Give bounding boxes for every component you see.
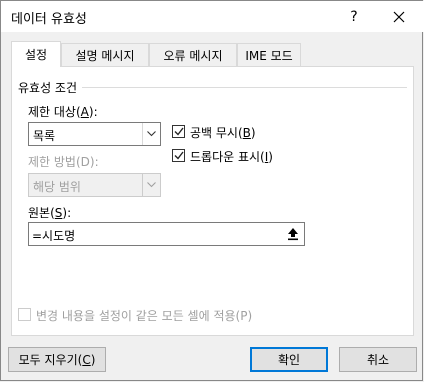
close-icon	[393, 11, 405, 22]
tab-settings[interactable]: 설정	[11, 41, 61, 67]
apply-to-all-checkbox	[18, 308, 31, 321]
allow-select-value: 목록	[33, 129, 56, 143]
help-icon: ?	[350, 8, 358, 25]
in-cell-dropdown-checkbox[interactable]	[172, 149, 185, 162]
tab-input-message[interactable]: 설명 메시지	[61, 43, 149, 66]
chevron-down-icon	[142, 123, 160, 145]
help-button[interactable]: ?	[334, 1, 374, 32]
clear-all-button[interactable]: 모두 지우기(C)	[8, 347, 106, 372]
allow-label: 제한 대상(A):	[28, 105, 98, 119]
checkmark-icon	[174, 151, 184, 160]
title-bar: 데이터 유효성 ?	[1, 1, 424, 32]
chevron-down-icon	[142, 174, 160, 196]
ok-button[interactable]: 확인	[250, 347, 328, 372]
group-divider	[82, 87, 407, 88]
data-select-value: 해당 범위	[33, 180, 81, 194]
data-label: 제한 방법(D):	[28, 155, 99, 169]
apply-to-all-label: 변경 내용을 설정이 같은 모든 셀에 적용(P)	[36, 309, 253, 323]
ignore-blank-label[interactable]: 공백 무시(B)	[190, 124, 256, 141]
settings-panel: 유효성 조건 제한 대상(A): 목록 공백 무시(B) 드롭다운 표시(I) …	[11, 66, 414, 336]
checkmark-icon	[174, 127, 184, 136]
data-validation-dialog: 데이터 유효성 ? 설정 설명 메시지 오류 메시지 IME 모드 유효성 조건…	[0, 0, 424, 381]
source-label: 원본(S):	[28, 206, 72, 220]
source-input-value: =시도명	[32, 229, 76, 243]
data-select: 해당 범위	[28, 173, 161, 197]
window-title: 데이터 유효성	[11, 12, 87, 27]
validation-criteria-heading: 유효성 조건	[18, 81, 78, 95]
collapse-dialog-icon[interactable]	[283, 224, 303, 244]
close-button[interactable]	[379, 1, 419, 32]
allow-select[interactable]: 목록	[28, 122, 161, 146]
ignore-blank-checkbox[interactable]	[172, 125, 185, 138]
cancel-button[interactable]: 취소	[339, 347, 417, 372]
tab-error-alert[interactable]: 오류 메시지	[149, 43, 237, 66]
in-cell-dropdown-label[interactable]: 드롭다운 표시(I)	[190, 148, 273, 165]
tab-ime-mode[interactable]: IME 모드	[237, 43, 301, 66]
source-input[interactable]: =시도명	[28, 222, 305, 246]
